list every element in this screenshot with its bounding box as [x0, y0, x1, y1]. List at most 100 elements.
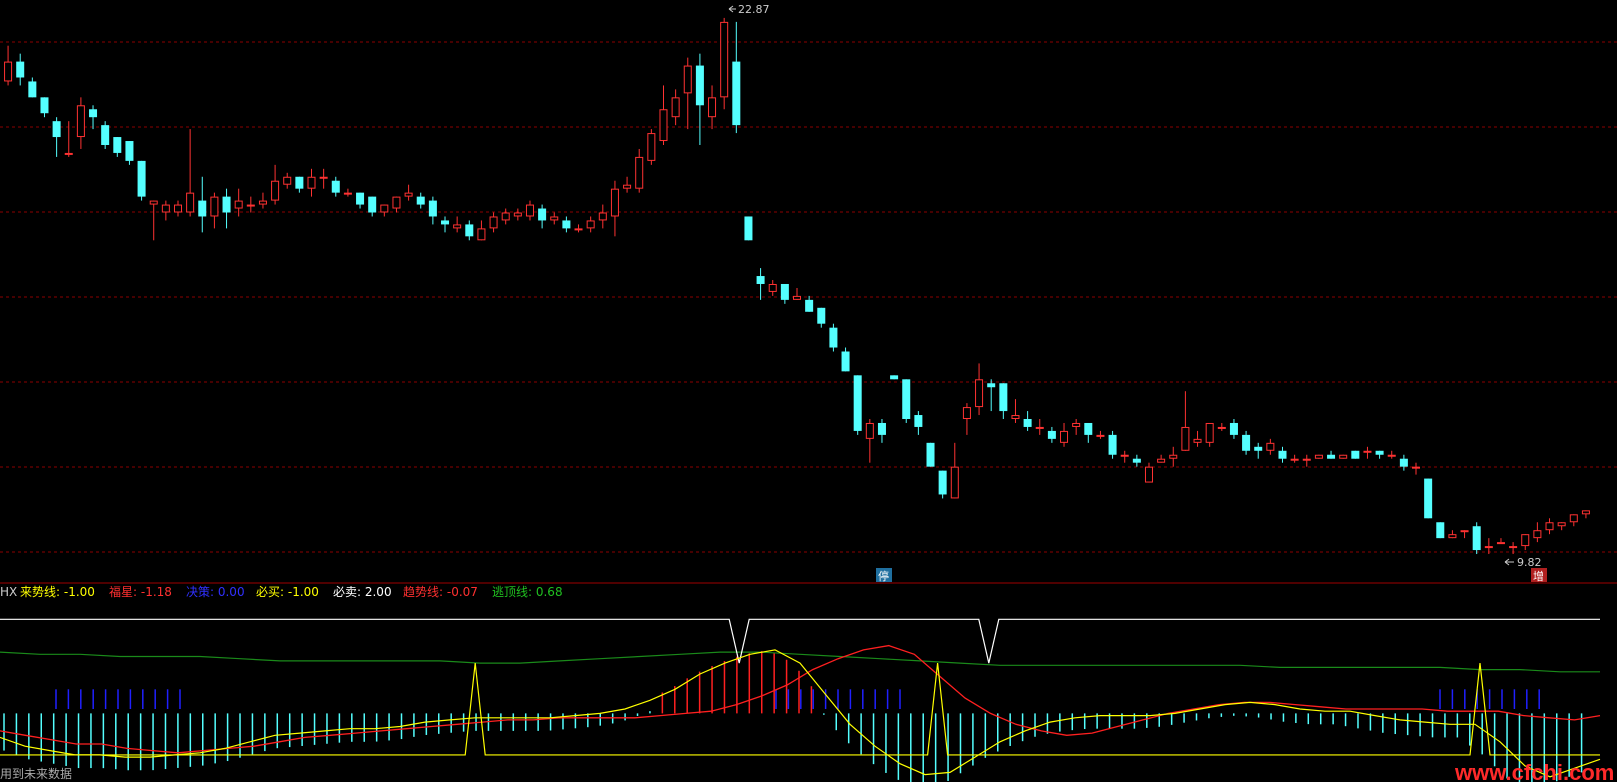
candle[interactable]: [477, 220, 486, 241]
candle[interactable]: [319, 168, 328, 189]
candle[interactable]: [1339, 454, 1348, 459]
candle[interactable]: [1144, 462, 1153, 483]
candle[interactable]: [4, 45, 13, 86]
candle[interactable]: [210, 192, 219, 229]
candle[interactable]: [538, 204, 547, 229]
candle[interactable]: [356, 192, 365, 209]
candle[interactable]: [586, 216, 595, 233]
candle[interactable]: [1035, 419, 1044, 435]
candle[interactable]: [1217, 422, 1226, 431]
candle[interactable]: [1472, 522, 1481, 555]
candle[interactable]: [1302, 454, 1311, 467]
candle[interactable]: [720, 17, 729, 110]
candle[interactable]: [1521, 534, 1530, 551]
candle[interactable]: [258, 192, 267, 209]
candle[interactable]: [695, 53, 704, 145]
candle[interactable]: [1424, 478, 1433, 519]
candle[interactable]: [222, 188, 231, 229]
candle[interactable]: [1181, 391, 1190, 451]
candle[interactable]: [1205, 422, 1214, 447]
candle[interactable]: [623, 176, 632, 193]
candle[interactable]: [1327, 450, 1336, 459]
candle[interactable]: [877, 419, 886, 443]
candle[interactable]: [671, 89, 680, 126]
candle[interactable]: [149, 200, 158, 241]
candle[interactable]: [890, 375, 899, 380]
candle[interactable]: [659, 85, 668, 145]
candle[interactable]: [756, 268, 765, 300]
candle[interactable]: [1387, 450, 1396, 459]
candle[interactable]: [1169, 446, 1178, 467]
candle[interactable]: [817, 307, 826, 328]
candle[interactable]: [295, 176, 304, 193]
candle[interactable]: [1399, 454, 1408, 471]
candles[interactable]: [4, 17, 1590, 555]
candle[interactable]: [829, 323, 838, 352]
candle[interactable]: [1363, 446, 1372, 459]
candle[interactable]: [40, 97, 49, 118]
candle[interactable]: [610, 180, 619, 237]
candle[interactable]: [1436, 522, 1445, 539]
candle[interactable]: [186, 129, 195, 217]
candle[interactable]: [962, 403, 971, 435]
candle[interactable]: [853, 375, 862, 435]
candle[interactable]: [550, 212, 559, 225]
candle[interactable]: [16, 53, 25, 86]
candle[interactable]: [987, 379, 996, 412]
candle[interactable]: [950, 442, 959, 499]
candle[interactable]: [441, 216, 450, 233]
candle[interactable]: [1278, 446, 1287, 463]
candle[interactable]: [598, 204, 607, 229]
candle[interactable]: [1460, 530, 1469, 539]
candle[interactable]: [198, 176, 207, 233]
candle[interactable]: [392, 196, 401, 213]
candle[interactable]: [1266, 438, 1275, 455]
candle[interactable]: [1290, 454, 1299, 463]
candle[interactable]: [574, 224, 583, 233]
candle[interactable]: [428, 196, 437, 225]
candle[interactable]: [465, 220, 474, 241]
candle[interactable]: [792, 287, 802, 300]
candle[interactable]: [647, 129, 656, 165]
candle[interactable]: [331, 176, 340, 197]
candle[interactable]: [1096, 430, 1105, 439]
candle[interactable]: [513, 208, 522, 221]
candle[interactable]: [173, 200, 182, 217]
candle[interactable]: [926, 442, 935, 467]
candle[interactable]: [525, 200, 534, 221]
candle[interactable]: [113, 137, 122, 157]
candle[interactable]: [1533, 522, 1542, 543]
candle[interactable]: [1120, 450, 1129, 463]
candle[interactable]: [125, 141, 134, 165]
candle[interactable]: [1448, 530, 1457, 539]
candle[interactable]: [52, 117, 61, 157]
candle[interactable]: [999, 383, 1008, 420]
candle[interactable]: [28, 77, 37, 98]
candle[interactable]: [1351, 450, 1360, 459]
candle[interactable]: [1047, 426, 1056, 443]
candle[interactable]: [732, 21, 741, 134]
candle[interactable]: [1375, 450, 1384, 459]
candle[interactable]: [283, 172, 292, 189]
candle[interactable]: [271, 164, 280, 205]
candle[interactable]: [1581, 510, 1590, 519]
candle[interactable]: [1193, 430, 1202, 447]
candle[interactable]: [246, 196, 255, 213]
candle[interactable]: [89, 105, 98, 130]
candle[interactable]: [501, 208, 510, 225]
candle[interactable]: [1254, 442, 1263, 459]
candle[interactable]: [902, 379, 911, 423]
candle[interactable]: [101, 121, 110, 149]
candle[interactable]: [938, 470, 947, 499]
candle[interactable]: [1412, 462, 1421, 475]
candle[interactable]: [841, 347, 850, 372]
candle[interactable]: [1229, 419, 1238, 439]
candle[interactable]: [1132, 454, 1141, 467]
candle[interactable]: [1084, 422, 1093, 443]
candle[interactable]: [1108, 430, 1117, 459]
candle[interactable]: [380, 204, 389, 217]
candle[interactable]: [744, 216, 753, 241]
candle[interactable]: [1072, 419, 1081, 435]
candle[interactable]: [307, 168, 316, 197]
candle[interactable]: [1060, 422, 1069, 447]
